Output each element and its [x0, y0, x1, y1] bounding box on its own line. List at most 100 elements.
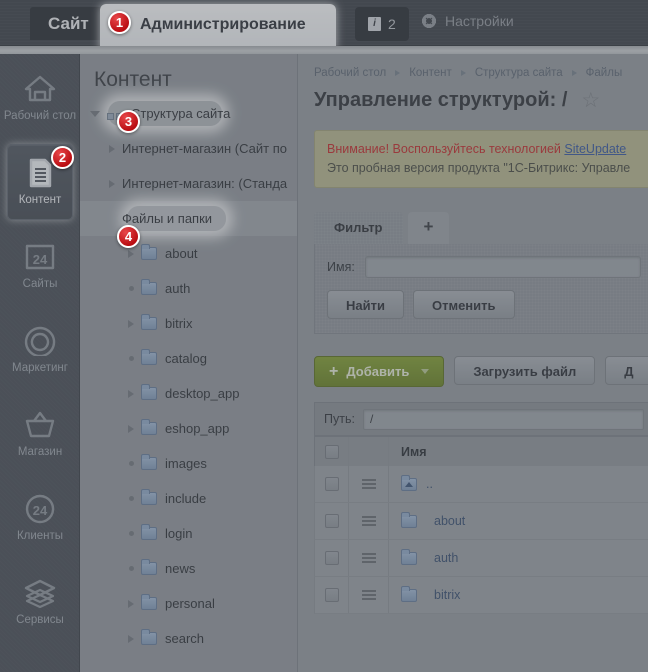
row-name-link[interactable]: ..: [426, 477, 433, 491]
row-menu-icon[interactable]: [361, 479, 376, 489]
table-row[interactable]: auth: [314, 540, 648, 577]
tree-node-search[interactable]: search: [80, 621, 297, 656]
row-actions-cell[interactable]: [349, 503, 389, 539]
upload-file-button[interactable]: Загрузить файл: [454, 356, 596, 385]
select-all-checkbox[interactable]: [324, 444, 339, 459]
tree-node-news[interactable]: news: [80, 551, 297, 586]
folder-icon: [401, 548, 417, 565]
chevron-right-icon[interactable]: [128, 389, 134, 398]
folder-icon: [141, 384, 157, 400]
row-actions-cell[interactable]: [349, 466, 389, 502]
sidebar-item-label: Контент: [18, 193, 62, 206]
folder-up-icon: [401, 474, 417, 491]
filter-name-input[interactable]: [364, 256, 641, 278]
folder-icon: [141, 279, 157, 295]
row-menu-icon[interactable]: [361, 516, 376, 526]
breadcrumb-item[interactable]: Рабочий стол: [314, 67, 386, 79]
breadcrumb-item[interactable]: Контент: [409, 67, 452, 79]
tree-node-eshop_app[interactable]: eshop_app: [80, 411, 297, 446]
sidebar-item-4[interactable]: Маркетинг: [0, 312, 80, 388]
tab-filter[interactable]: Фильтр: [314, 212, 403, 244]
breadcrumb-item[interactable]: Структура сайта: [475, 67, 563, 79]
tab-add-filter[interactable]: +: [407, 212, 450, 244]
tree-node-personal[interactable]: personal: [80, 586, 297, 621]
row-menu-icon[interactable]: [361, 590, 376, 600]
row-select-cell[interactable]: [315, 540, 349, 576]
row-name-cell: bitrix: [389, 585, 648, 602]
tree-node-label: bitrix: [165, 316, 193, 331]
basket-icon: [23, 410, 57, 442]
sidebar-item-3[interactable]: 24 Сайты: [0, 228, 80, 304]
files-grid: Имя .. about auth bitrix: [314, 436, 648, 614]
tree-node-desktop_app[interactable]: desktop_app: [80, 376, 297, 411]
row-checkbox[interactable]: [324, 477, 339, 491]
tree-node-login[interactable]: login: [80, 516, 297, 551]
tree-node-auth[interactable]: auth: [80, 271, 297, 306]
chevron-right-icon[interactable]: [128, 249, 134, 258]
column-header-name[interactable]: Имя: [401, 445, 427, 459]
tree-node-images[interactable]: images: [80, 446, 297, 481]
target-icon: [23, 326, 57, 358]
row-checkbox[interactable]: [324, 551, 339, 565]
tab-administration[interactable]: Администрирование: [100, 4, 336, 50]
row-actions-cell[interactable]: [349, 540, 389, 576]
leaf-dot-icon: [129, 496, 134, 501]
chevron-down-icon[interactable]: [90, 110, 100, 117]
row-checkbox[interactable]: [324, 588, 339, 602]
tree-node-label: auth: [165, 281, 191, 296]
row-checkbox[interactable]: [324, 514, 339, 528]
row-select-cell[interactable]: [315, 503, 349, 539]
chevron-right-icon[interactable]: [128, 424, 134, 433]
find-button[interactable]: Найти: [327, 290, 404, 319]
folder-icon: [141, 489, 157, 505]
siteupdate-link[interactable]: SiteUpdate: [564, 142, 626, 156]
path-input[interactable]: /: [362, 408, 644, 430]
tree-node-include[interactable]: include: [80, 481, 297, 516]
table-row[interactable]: about: [314, 503, 648, 540]
star-icon[interactable]: ☆: [581, 88, 600, 113]
callout-badge-4: 4: [117, 225, 140, 248]
chevron-right-icon[interactable]: [128, 319, 134, 328]
tree-node-label: desktop_app: [165, 386, 240, 401]
row-select-cell[interactable]: [315, 466, 349, 502]
tree-node-структура-сайта[interactable]: Структура сайта: [80, 96, 297, 131]
table-row[interactable]: bitrix: [314, 577, 648, 614]
tree-node-файлы-и-папки[interactable]: Файлы и папки: [80, 201, 297, 236]
admin-panel-screen: Сайт Администрирование i 2 Настройки Раб…: [0, 0, 648, 672]
sidebar-item-6[interactable]: 24 Клиенты: [0, 480, 80, 556]
third-toolbar-button[interactable]: Д: [605, 356, 648, 385]
chevron-right-icon[interactable]: [109, 179, 115, 188]
grid-header-actions-cell: [349, 437, 389, 466]
sidebar-item-1[interactable]: Рабочий стол: [0, 60, 80, 136]
chevron-down-icon[interactable]: [421, 369, 430, 374]
row-name-link[interactable]: about: [434, 514, 465, 528]
select-all-cell[interactable]: [315, 437, 349, 466]
path-label: Путь:: [324, 412, 355, 426]
notifications-button[interactable]: i 2: [355, 7, 409, 41]
table-row[interactable]: ..: [314, 466, 648, 503]
chevron-right-icon[interactable]: [128, 634, 134, 643]
tree-node-catalog[interactable]: catalog: [80, 341, 297, 376]
home-icon: [23, 74, 57, 106]
row-name-link[interactable]: auth: [434, 551, 458, 565]
add-button[interactable]: + Добавить: [314, 356, 445, 387]
tree-node-интернет-магазин---станда[interactable]: Интернет-магазин: (Станда: [80, 166, 297, 201]
tree-node-интернет-магазин--сайт-по[interactable]: Интернет-магазин (Сайт по: [80, 131, 297, 166]
tree-node-label: news: [165, 561, 196, 576]
svg-text:24: 24: [33, 503, 48, 518]
breadcrumb-item[interactable]: Файлы: [586, 67, 623, 79]
site-button[interactable]: Сайт: [30, 7, 107, 40]
row-actions-cell[interactable]: [349, 577, 389, 613]
chevron-right-icon[interactable]: [128, 599, 134, 608]
filter-name-label: Имя:: [327, 260, 355, 274]
sidebar-item-5[interactable]: Магазин: [0, 396, 80, 472]
row-select-cell[interactable]: [315, 577, 349, 613]
row-name-link[interactable]: bitrix: [434, 588, 460, 602]
tree-node-about[interactable]: about: [80, 236, 297, 271]
sidebar-item-7[interactable]: Сервисы: [0, 564, 80, 640]
tree-node-bitrix[interactable]: bitrix: [80, 306, 297, 341]
chevron-right-icon[interactable]: [109, 144, 115, 153]
row-menu-icon[interactable]: [361, 553, 376, 563]
cancel-button[interactable]: Отменить: [412, 290, 515, 319]
settings-button[interactable]: Настройки: [422, 13, 514, 29]
